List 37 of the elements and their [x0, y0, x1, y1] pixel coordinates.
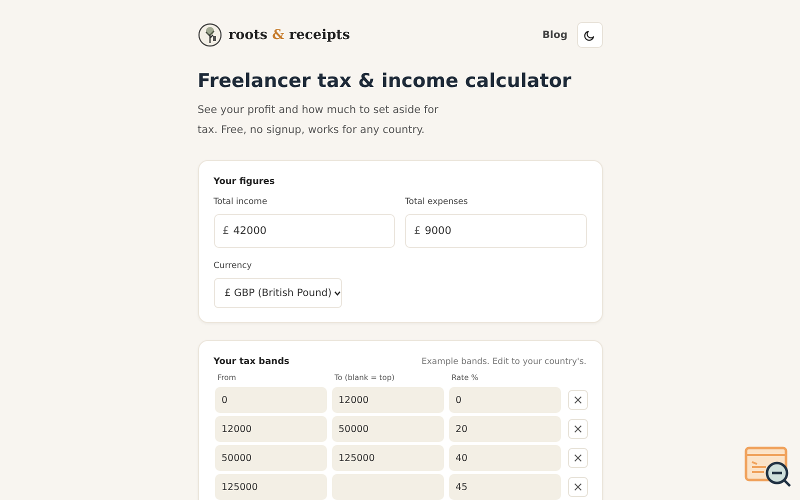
band-to-field[interactable]: [332, 474, 444, 500]
amount-field[interactable]: £ 9000: [405, 214, 586, 248]
blog-link[interactable]: Blog: [542, 30, 568, 40]
page-title: Freelancer tax & income calculator: [198, 69, 572, 94]
currency-select[interactable]: £ GBP (British Pound): [214, 278, 342, 308]
close-icon: [574, 425, 582, 433]
moon-icon: [583, 28, 596, 42]
band-rate-field[interactable]: 0: [448, 387, 560, 413]
band-rate-field[interactable]: 20: [448, 416, 560, 442]
page-subtitle: See your profit and how much to set aside for tax. Free, no signup, works for any country.: [198, 103, 440, 138]
band-to-field[interactable]: 50000: [332, 416, 444, 442]
band-rate-field[interactable]: 45: [448, 474, 560, 500]
remove-band-button[interactable]: [568, 390, 588, 410]
close-icon: [574, 483, 582, 491]
amount-field[interactable]: £ 42000: [214, 214, 395, 248]
field-label: Currency: [214, 261, 253, 271]
close-icon: [574, 396, 582, 404]
close-icon: [574, 454, 582, 462]
band-from-field[interactable]: 12000: [214, 416, 326, 442]
band-to-field[interactable]: 12000: [332, 387, 444, 413]
field-label: Total income: [214, 197, 268, 207]
logo-icon: [198, 23, 222, 47]
card-heading: Your figures: [214, 177, 276, 187]
card-heading: Your tax bands: [214, 357, 290, 367]
band-to-field[interactable]: 125000: [332, 445, 444, 471]
bands-note: Example bands. Edit to your country's.: [422, 357, 586, 367]
brand-name[interactable]: roots & receipts: [228, 27, 350, 43]
band-rate-field[interactable]: 40: [448, 445, 560, 471]
chevron-icon: [334, 290, 340, 296]
band-from-field[interactable]: 0: [214, 387, 326, 413]
theme-toggle-button[interactable]: [576, 22, 602, 48]
band-from-field[interactable]: 125000: [214, 474, 326, 500]
remove-band-button[interactable]: [568, 419, 588, 439]
remove-band-button[interactable]: [568, 448, 588, 468]
field-label: Total expenses: [405, 197, 469, 207]
remove-band-button[interactable]: [568, 477, 588, 497]
band-from-field[interactable]: 50000: [214, 445, 326, 471]
